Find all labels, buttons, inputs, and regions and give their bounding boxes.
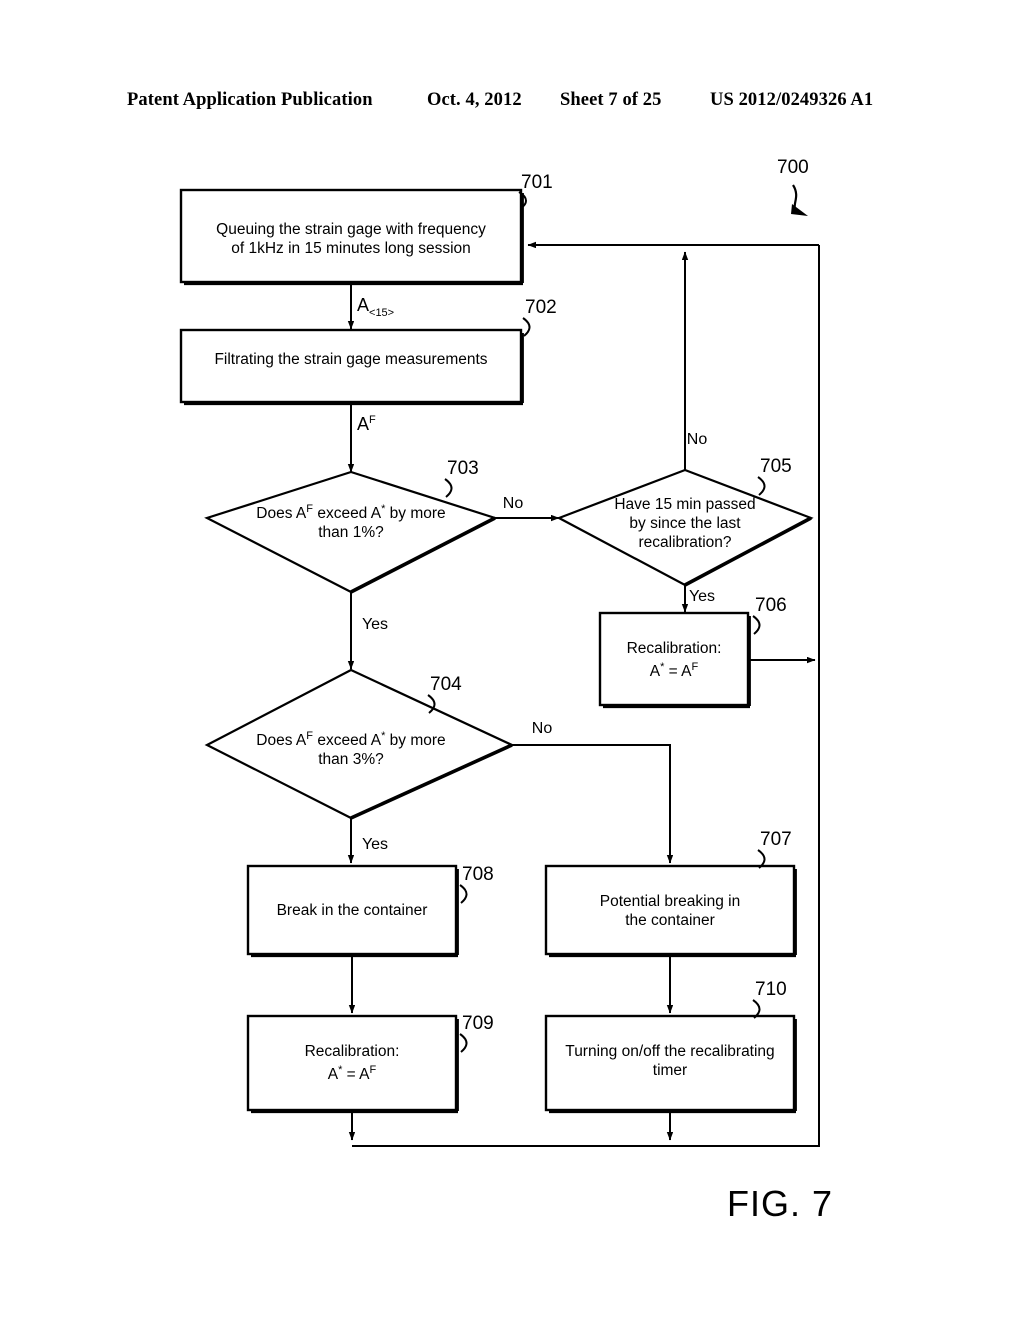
node-705-ref-leader	[757, 476, 766, 496]
node-708-ref-leader	[459, 884, 468, 904]
node-708-ref: 708	[462, 864, 494, 885]
node-710-label-line2: timer	[653, 1062, 687, 1079]
node-709-formula: A* = AF	[328, 1064, 377, 1083]
node-702-ref-leader	[522, 317, 531, 337]
node-704-label-line1: Does AF exceed A* by more	[256, 730, 445, 749]
node-701-process[interactable]: Queuing the strain gage with frequency o…	[179, 188, 524, 286]
node-702-ref: 702	[525, 297, 557, 318]
node-701-label-line2: of 1kHz in 15 minutes long session	[231, 240, 471, 257]
node-704-ref: 704	[430, 674, 462, 695]
edge-label-yes-704: Yes	[362, 836, 388, 853]
node-708-label: Break in the container	[277, 902, 428, 919]
node-704-label-line2: than 3%?	[318, 751, 384, 768]
node-709-ref-leader	[459, 1033, 468, 1053]
node-707-process[interactable]: Potential breaking in the container	[544, 864, 797, 958]
node-703-ref: 703	[447, 458, 479, 479]
node-705-label-line1: Have 15 min passed	[614, 496, 755, 513]
diagram-ref-700: 700	[777, 157, 809, 178]
node-710-ref: 710	[755, 979, 787, 1000]
node-705-label-line2: by since the last	[629, 515, 741, 532]
node-709-process[interactable]: Recalibration: A* = AF	[246, 1014, 459, 1114]
edge-label-no-705: No	[687, 431, 708, 448]
node-705-ref: 705	[760, 456, 792, 477]
node-708-process[interactable]: Break in the container	[246, 864, 459, 958]
edge-label-no-704: No	[532, 720, 553, 737]
node-706-formula: A* = AF	[650, 661, 699, 680]
node-707-ref: 707	[760, 829, 792, 850]
node-707-box-fill	[546, 866, 794, 954]
node-709-title: Recalibration:	[305, 1043, 400, 1060]
node-705-label-line3: recalibration?	[638, 534, 731, 551]
edge-label-af-1: AF	[357, 414, 376, 434]
node-701-ref: 701	[521, 172, 553, 193]
node-707-label-line1: Potential breaking in	[600, 893, 740, 910]
node-703-label-line2: than 1%?	[318, 524, 384, 541]
node-706-ref: 706	[755, 595, 787, 616]
node-701-label-line1: Queuing the strain gage with frequency	[216, 221, 486, 238]
figure-caption: FIG. 7	[727, 1183, 834, 1224]
edge-label-yes-703: Yes	[362, 616, 388, 633]
node-702-process[interactable]: Filtrating the strain gage measurements	[179, 328, 524, 406]
node-703-ref-leader	[444, 478, 453, 498]
node-702-label: Filtrating the strain gage measurements	[214, 351, 487, 368]
node-704-decision[interactable]: Does AF exceed A* by more than 3%?	[204, 668, 515, 820]
node-709-box-fill	[248, 1016, 456, 1110]
node-707-label-line2: the container	[625, 912, 715, 929]
node-709-ref: 709	[462, 1013, 494, 1034]
edge-label-a15: A<15>	[357, 295, 394, 319]
diagram-ref-700-arrowhead	[791, 204, 808, 216]
edge-label-yes-705: Yes	[689, 588, 715, 605]
node-706-process[interactable]: Recalibration: A* = AF	[598, 611, 751, 709]
node-705-decision[interactable]: Have 15 min passed by since the last rec…	[556, 468, 814, 587]
node-703-label-line1: Does AF exceed A* by more	[256, 503, 445, 522]
edge-label-no-703: No	[503, 495, 524, 512]
node-706-box-fill	[600, 613, 748, 705]
node-710-process[interactable]: Turning on/off the recalibrating timer	[544, 1014, 797, 1114]
flowchart-diagram: 700 Queuing the strain gage with frequen…	[179, 157, 820, 1147]
node-710-label-line1: Turning on/off the recalibrating	[565, 1043, 774, 1060]
edge-704-no-to-707	[512, 744, 674, 864]
node-706-title: Recalibration:	[627, 640, 722, 657]
node-706-ref-leader	[752, 615, 761, 635]
